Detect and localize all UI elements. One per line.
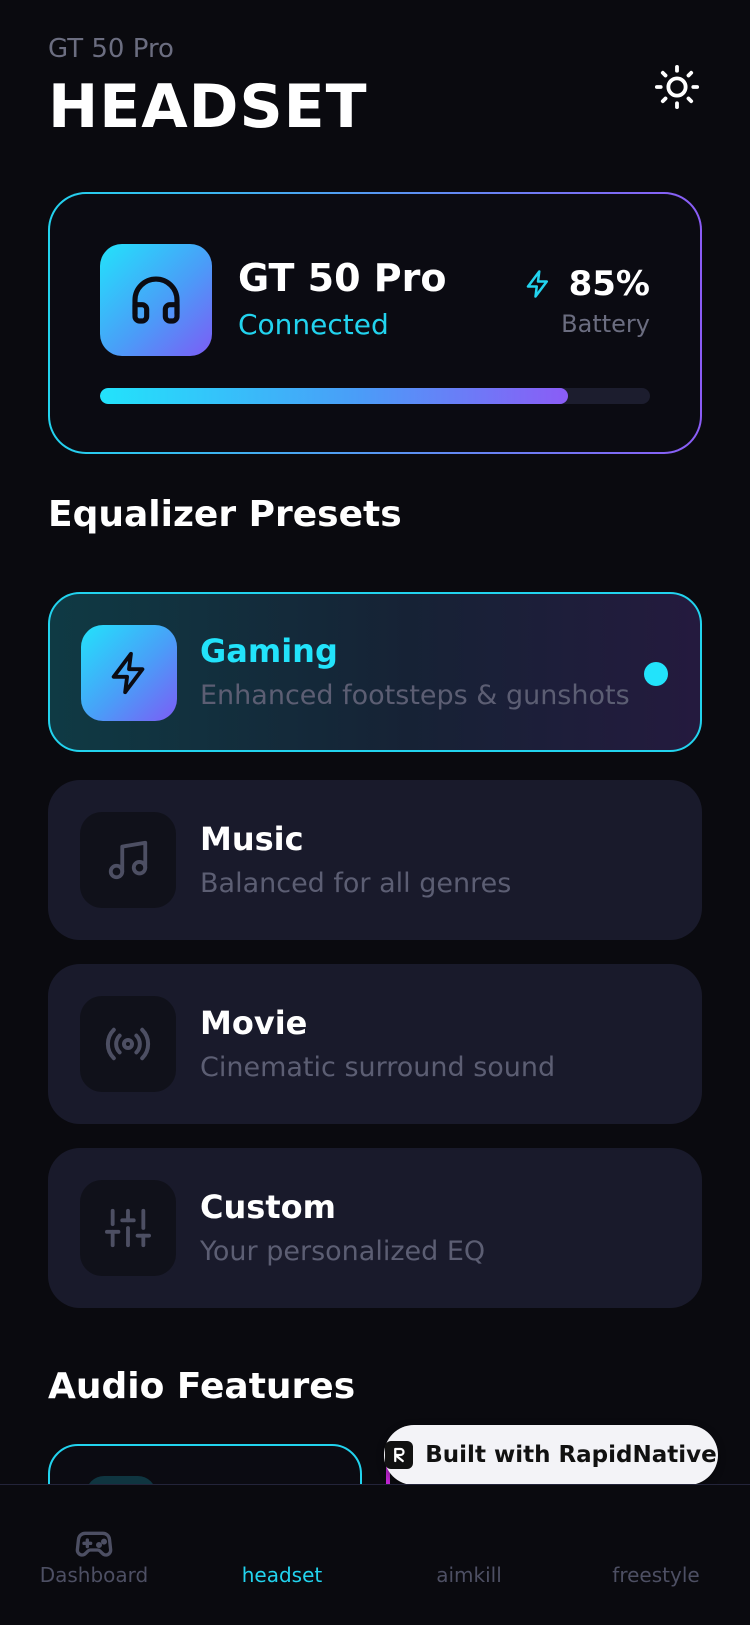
tab-headset[interactable]: headset <box>188 1485 376 1625</box>
page-title: HEADSET <box>48 72 368 142</box>
preset-movie[interactable]: Movie Cinematic surround sound <box>48 964 702 1124</box>
battery-bar <box>100 388 650 404</box>
bottom-tab-bar: Dashboard headset aimkill freestyle <box>0 1484 750 1625</box>
equalizer-section-title: Equalizer Presets <box>48 494 402 535</box>
built-with-badge[interactable]: Built with RapidNative <box>384 1425 718 1485</box>
preset-name: Custom <box>200 1188 336 1226</box>
tab-label: freestyle <box>612 1563 700 1587</box>
sun-icon <box>654 64 700 110</box>
tab-label: headset <box>241 1563 323 1587</box>
battery-bar-fill <box>100 388 568 404</box>
preset-icon-tile <box>81 625 177 721</box>
tab-aimkill[interactable]: aimkill <box>375 1485 563 1625</box>
preset-icon-tile <box>80 1180 176 1276</box>
active-indicator <box>644 662 668 686</box>
preset-custom[interactable]: Custom Your personalized EQ <box>48 1148 702 1308</box>
lightning-icon <box>111 651 145 695</box>
badge-text: Built with RapidNative <box>425 1442 717 1468</box>
preset-description: Your personalized EQ <box>200 1236 486 1267</box>
tab-freestyle[interactable]: freestyle <box>562 1485 750 1625</box>
tab-label: aimkill <box>436 1563 502 1587</box>
preset-music[interactable]: Music Balanced for all genres <box>48 780 702 940</box>
battery-readout: 85% <box>523 264 650 304</box>
gamepad-icon <box>75 1531 113 1557</box>
headphones-icon <box>132 276 180 324</box>
broadcast-icon <box>105 1027 151 1061</box>
preset-icon-tile <box>80 812 176 908</box>
device-subtitle: GT 50 Pro <box>48 34 174 64</box>
battery-label: Battery <box>561 310 650 338</box>
lightning-icon <box>526 270 548 298</box>
preset-description: Balanced for all genres <box>200 868 512 899</box>
audio-features-section-title: Audio Features <box>48 1366 356 1407</box>
battery-percent: 85% <box>568 264 650 304</box>
connection-status: Connected <box>238 308 389 341</box>
device-card-body: GT 50 Pro Connected 85% Battery <box>50 194 700 452</box>
preset-name: Movie <box>200 1004 308 1042</box>
tab-label: Dashboard <box>39 1563 149 1587</box>
preset-name: Gaming <box>200 632 338 670</box>
theme-toggle-button[interactable] <box>652 62 702 112</box>
tab-dashboard[interactable]: Dashboard <box>0 1485 188 1625</box>
preset-name: Music <box>200 820 304 858</box>
sliders-icon <box>105 1208 151 1248</box>
device-card[interactable]: GT 50 Pro Connected 85% Battery <box>48 192 702 454</box>
preset-description: Enhanced footsteps & gunshots <box>200 680 630 711</box>
device-name: GT 50 Pro <box>238 256 447 300</box>
preset-gaming[interactable]: Gaming Enhanced footsteps & gunshots <box>48 592 702 752</box>
preset-description: Cinematic surround sound <box>200 1052 556 1083</box>
device-icon-tile <box>100 244 212 356</box>
preset-icon-tile <box>80 996 176 1092</box>
music-note-icon <box>108 840 148 880</box>
rapidnative-logo-icon <box>385 1441 414 1469</box>
